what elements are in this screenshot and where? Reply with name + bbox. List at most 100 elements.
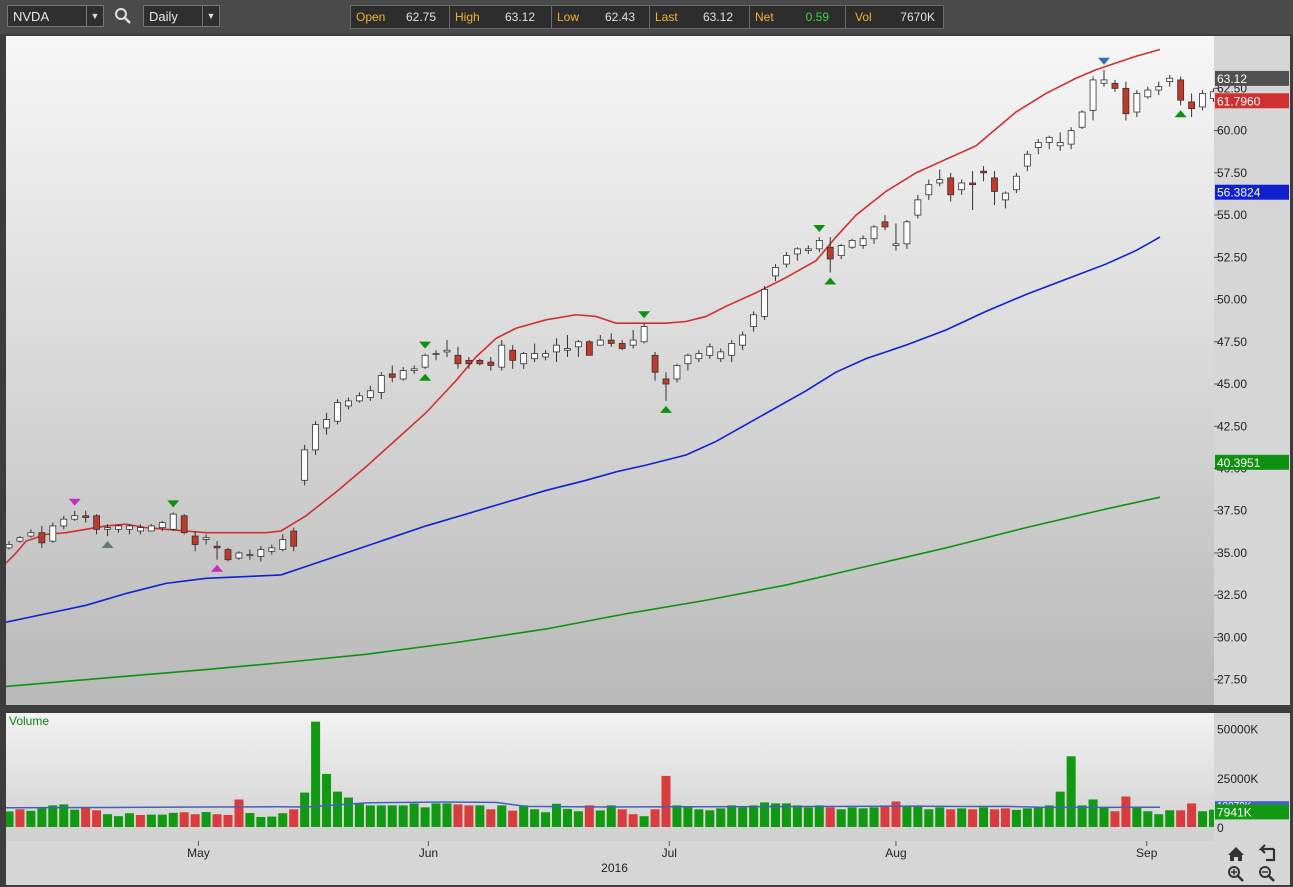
volume-bar bbox=[1176, 810, 1186, 827]
candle-body bbox=[1034, 142, 1042, 148]
candle-body bbox=[640, 326, 648, 343]
volume-bar bbox=[716, 808, 726, 827]
volume-bar bbox=[289, 809, 299, 827]
volume-bar bbox=[146, 814, 156, 827]
symbol-dropdown[interactable]: NVDA ▼ bbox=[7, 5, 104, 27]
time-tick-label: May bbox=[187, 846, 210, 860]
volume-bar bbox=[628, 814, 638, 827]
volume-bar bbox=[48, 805, 58, 827]
price-tick-label: 57.50 bbox=[1217, 166, 1247, 180]
net-value: 0.59 bbox=[805, 10, 829, 24]
candle-body bbox=[235, 552, 243, 559]
price-label-text: 56.3824 bbox=[1217, 186, 1261, 200]
volume-bar bbox=[223, 815, 233, 827]
candle-body bbox=[355, 395, 363, 402]
low-label: Low bbox=[557, 10, 580, 24]
volume-bar bbox=[1066, 756, 1076, 827]
candle-body bbox=[772, 267, 779, 277]
candle-body bbox=[750, 314, 757, 327]
candle-body bbox=[191, 535, 199, 545]
volume-bar bbox=[245, 813, 255, 827]
volume-bar bbox=[1000, 808, 1010, 827]
candle bbox=[1199, 90, 1206, 111]
candle-body bbox=[224, 549, 232, 561]
candle-body bbox=[366, 390, 374, 398]
candle-body bbox=[1013, 175, 1020, 191]
volume-bar bbox=[92, 810, 102, 827]
volume-bar bbox=[749, 805, 759, 827]
chevron-down-icon[interactable]: ▼ bbox=[202, 6, 219, 26]
candle-body bbox=[673, 365, 681, 380]
volume-bar bbox=[946, 809, 956, 827]
candle bbox=[848, 238, 856, 249]
volume-bar bbox=[902, 806, 912, 827]
volume-bar bbox=[924, 809, 934, 827]
candle-body bbox=[553, 344, 560, 353]
candle-body bbox=[410, 368, 418, 371]
candle bbox=[1013, 172, 1020, 194]
price-tick-label: 60.00 bbox=[1217, 124, 1247, 138]
volume-bar bbox=[267, 816, 277, 827]
price-pane bbox=[6, 36, 1214, 705]
candle-body bbox=[739, 334, 747, 346]
volume-bar bbox=[168, 812, 178, 827]
candle-body bbox=[399, 370, 407, 380]
candle bbox=[640, 323, 648, 344]
volume-bar bbox=[869, 807, 879, 827]
candle-body bbox=[585, 341, 593, 356]
price-tick-label: 47.50 bbox=[1217, 335, 1247, 349]
volume-bar bbox=[135, 815, 145, 827]
candle-body bbox=[881, 221, 889, 228]
volume-bar bbox=[530, 809, 540, 827]
low-value: 62.43 bbox=[604, 10, 635, 24]
candle-body bbox=[126, 525, 133, 530]
time-tick-label: Aug bbox=[885, 846, 906, 860]
candle-body bbox=[1045, 136, 1053, 143]
candle-body bbox=[575, 341, 582, 348]
candle-body bbox=[388, 373, 396, 378]
chevron-down-icon[interactable]: ▼ bbox=[86, 6, 103, 26]
candle-body bbox=[980, 170, 987, 174]
candle-body bbox=[1188, 101, 1195, 110]
price-tick-label: 37.50 bbox=[1217, 504, 1247, 518]
price-tick-label: 27.50 bbox=[1217, 673, 1247, 687]
volume-bar bbox=[1187, 803, 1197, 827]
candle-body bbox=[323, 419, 330, 429]
search-icon[interactable] bbox=[114, 7, 132, 25]
candle-body bbox=[202, 537, 210, 540]
price-label-text: 63.12 bbox=[1217, 72, 1247, 86]
candle-body bbox=[618, 343, 626, 349]
high-value: 63.12 bbox=[504, 10, 535, 24]
candle-body bbox=[93, 515, 100, 530]
candle-body bbox=[301, 449, 309, 481]
volume-bar bbox=[37, 808, 47, 827]
volume-bar bbox=[979, 807, 989, 827]
volume-bar bbox=[1088, 799, 1098, 827]
volume-bar bbox=[387, 805, 397, 827]
volume-title: Volume bbox=[9, 714, 49, 728]
candle-body bbox=[859, 238, 867, 246]
volume-bar bbox=[584, 805, 594, 827]
candle-body bbox=[531, 353, 538, 360]
candle-body bbox=[443, 349, 451, 353]
candle-body bbox=[947, 177, 955, 196]
candle-body bbox=[290, 530, 298, 547]
candle-body bbox=[49, 525, 57, 542]
interval-dropdown[interactable]: Daily ▼ bbox=[143, 5, 220, 27]
candle-body bbox=[1100, 79, 1108, 84]
candle-body bbox=[498, 344, 506, 368]
candle-body bbox=[520, 353, 528, 365]
vol-value: 7670K bbox=[900, 10, 935, 24]
candle bbox=[421, 353, 429, 369]
volume-bar bbox=[256, 816, 266, 827]
volume-bar bbox=[1099, 807, 1109, 827]
volume-bar bbox=[858, 808, 868, 827]
volume-bar bbox=[562, 808, 572, 827]
volume-bar bbox=[81, 807, 91, 827]
price-chart[interactable]: 27.5030.0032.5035.0037.5040.0042.5045.00… bbox=[0, 34, 1293, 887]
candle-body bbox=[147, 525, 155, 532]
volume-last-text: 7941K bbox=[1217, 805, 1252, 819]
candle bbox=[585, 340, 593, 356]
candle-body bbox=[925, 184, 933, 196]
candle bbox=[334, 399, 341, 425]
